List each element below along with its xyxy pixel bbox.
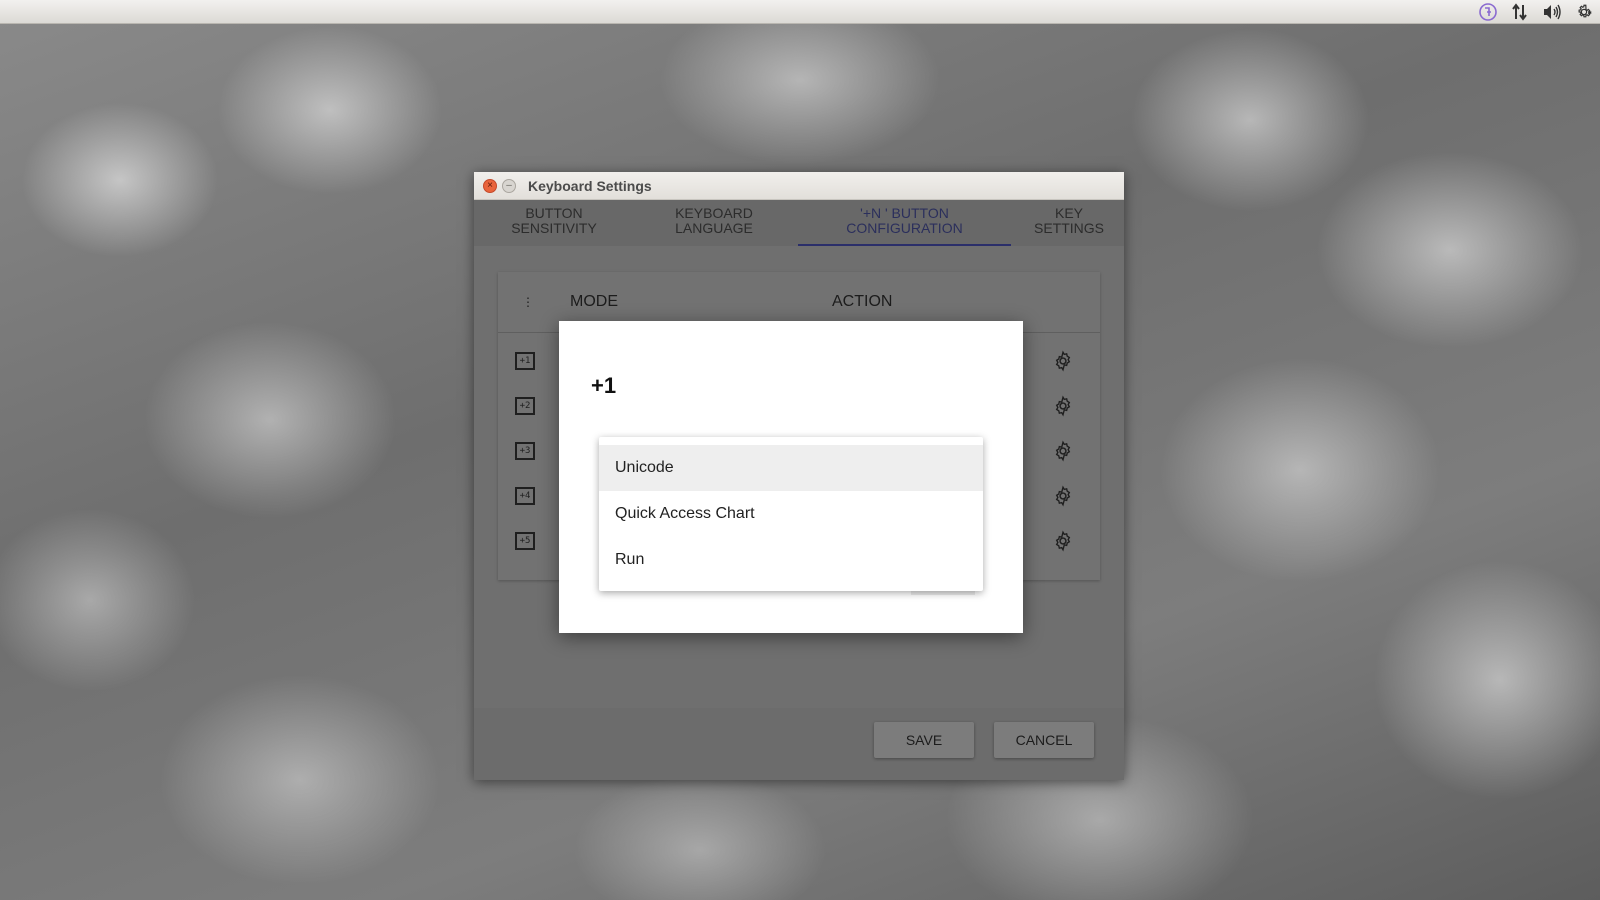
tab-n-button-configuration[interactable]: '+N ' BUTTON CONFIGURATION <box>798 200 1011 246</box>
dropdown-option-run[interactable]: Run <box>599 537 983 583</box>
system-tray <box>1472 0 1600 24</box>
window-titlebar[interactable]: × – Keyboard Settings <box>474 172 1124 200</box>
tab-label-line2: SENSITIVITY <box>511 220 597 236</box>
plus-five-icon: +5 <box>515 532 535 550</box>
plus-three-icon: +3 <box>515 442 535 460</box>
ime-icon[interactable] <box>1472 0 1504 24</box>
window-title: Keyboard Settings <box>528 178 652 194</box>
tab-keyboard-language[interactable]: KEYBOARD LANGUAGE <box>639 200 789 246</box>
plus-two-icon: +2 <box>515 397 535 415</box>
window-footer: SAVE CANCEL <box>474 708 1124 780</box>
volume-icon[interactable] <box>1536 0 1568 24</box>
tab-label-line1: BUTTON <box>525 205 583 221</box>
tab-label-line2: SETTINGS <box>1033 220 1104 236</box>
top-panel <box>0 0 1600 24</box>
tab-label-line2: LANGUAGE <box>675 220 753 236</box>
tab-label-line2: CONFIGURATION <box>846 220 963 236</box>
column-menu-icon[interactable]: ⋮ <box>522 272 534 332</box>
save-button[interactable]: SAVE <box>874 722 974 758</box>
cancel-button[interactable]: CANCEL <box>994 722 1094 758</box>
row-settings-gear-icon[interactable] <box>1052 440 1074 462</box>
close-icon: × <box>487 180 493 191</box>
plus-one-icon: +1 <box>515 352 535 370</box>
row-settings-gear-icon[interactable] <box>1052 530 1074 552</box>
dropdown-option-unicode[interactable]: Unicode <box>599 445 983 491</box>
tab-label-line1: KEY <box>1054 205 1083 221</box>
dropdown-option-quick-access-chart[interactable]: Quick Access Chart <box>599 491 983 537</box>
close-window-button[interactable]: × <box>483 179 497 193</box>
tab-key-settings[interactable]: KEY SETTINGS <box>1019 200 1119 246</box>
row-settings-gear-icon[interactable] <box>1052 395 1074 417</box>
row-settings-gear-icon[interactable] <box>1052 485 1074 507</box>
plus-four-icon: +4 <box>515 487 535 505</box>
network-transfer-icon[interactable] <box>1504 0 1536 24</box>
tab-label-line1: KEYBOARD <box>675 205 753 221</box>
mode-dropdown-menu: Unicode Quick Access Chart Run <box>599 437 983 591</box>
tab-button-sensitivity[interactable]: BUTTON SENSITIVITY <box>484 200 624 246</box>
settings-gear-icon[interactable] <box>1568 0 1600 24</box>
minimize-window-button[interactable]: – <box>502 179 516 193</box>
tab-bar: BUTTON SENSITIVITY KEYBOARD LANGUAGE '+N… <box>474 200 1124 246</box>
minimize-icon: – <box>506 180 512 191</box>
dialog-title: +1 <box>591 373 617 398</box>
row-settings-gear-icon[interactable] <box>1052 350 1074 372</box>
tab-label-line1: '+N ' BUTTON <box>860 205 949 221</box>
